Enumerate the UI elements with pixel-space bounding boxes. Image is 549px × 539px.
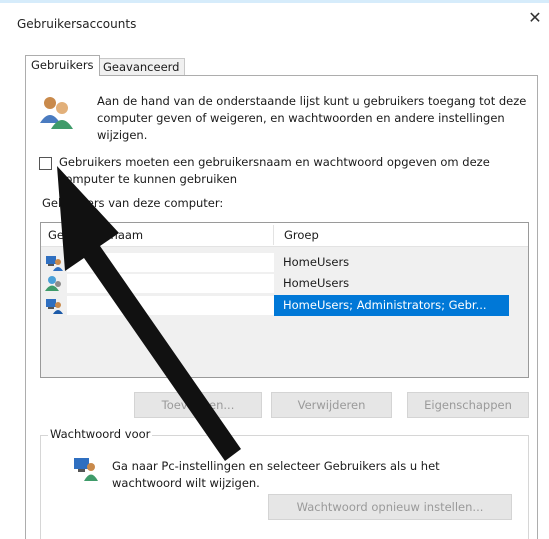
password-group-legend: Wachtwoord voor <box>48 427 153 441</box>
table-row[interactable]: HomeUsers <box>41 273 528 294</box>
remove-user-button[interactable]: Verwijderen <box>271 392 392 418</box>
properties-button[interactable]: Eigenschappen <box>407 392 529 418</box>
users-list[interactable]: Gebruikersnaam Groep HomeUsers HomeUsers… <box>40 222 529 378</box>
user-name-cell <box>67 296 274 315</box>
column-header-group[interactable]: Groep <box>284 228 319 242</box>
pc-settings-icon <box>74 458 98 481</box>
column-separator[interactable] <box>273 225 274 245</box>
user-group-cell: HomeUsers <box>283 255 350 269</box>
table-row[interactable]: HomeUsers <box>41 252 528 273</box>
list-header: Gebruikersnaam Groep <box>41 223 528 247</box>
require-login-label[interactable]: Gebruikers moeten een gebruikersnaam en … <box>59 154 529 188</box>
column-header-username[interactable]: Gebruikersnaam <box>48 228 143 242</box>
user-icon <box>45 276 61 291</box>
user-name-cell <box>67 253 274 272</box>
tab-gebruikers[interactable]: Gebruikers <box>25 55 100 76</box>
intro-text: Aan de hand van de onderstaande lijst ku… <box>97 94 527 142</box>
require-login-checkbox[interactable] <box>39 157 52 170</box>
user-name-cell <box>67 274 274 293</box>
user-icon <box>46 256 63 271</box>
reset-password-button[interactable]: Wachtwoord opnieuw instellen... <box>268 494 512 520</box>
password-info-text: Ga naar Pc-instellingen en selecteer Geb… <box>112 459 440 490</box>
table-row[interactable]: HomeUsers; Administrators; Gebr... <box>41 295 528 316</box>
window-top-border <box>0 0 549 3</box>
add-user-button[interactable]: Toevoegen... <box>134 392 262 418</box>
user-group-cell: HomeUsers <box>283 276 350 290</box>
close-icon[interactable]: ✕ <box>527 9 543 27</box>
tab-geavanceerd[interactable]: Geavanceerd <box>97 58 186 76</box>
admin-user-icon <box>46 299 63 314</box>
users-list-label: Gebruikers van deze computer: <box>42 196 224 210</box>
window-title: Gebruikersaccounts <box>17 17 137 31</box>
users-icon <box>40 97 73 129</box>
user-group-cell: HomeUsers; Administrators; Gebr... <box>274 295 509 316</box>
